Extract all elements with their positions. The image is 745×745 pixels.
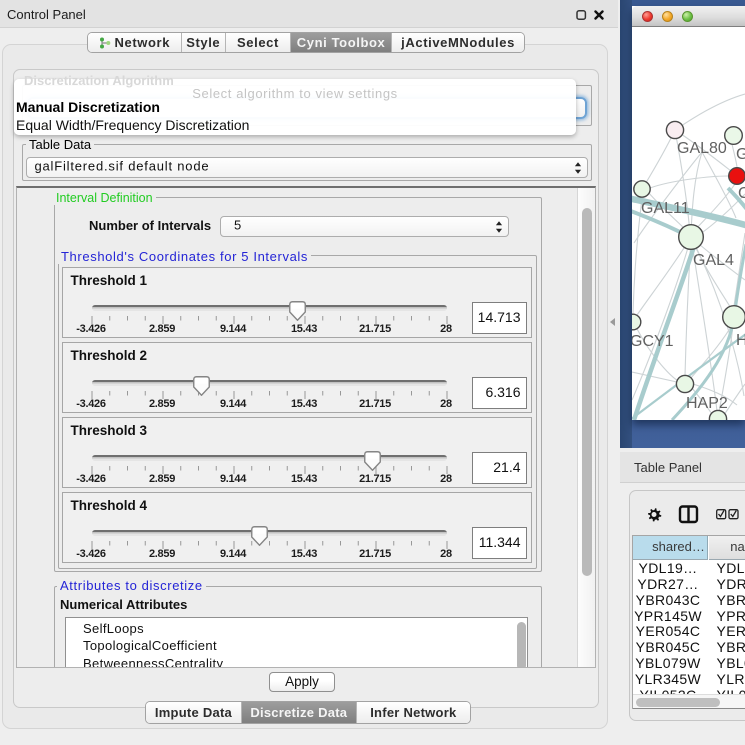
svg-text:CYC: CYC <box>738 185 745 202</box>
svg-text:GAL11: GAL11 <box>641 200 690 217</box>
svg-text:GAL4: GAL4 <box>693 252 734 269</box>
svg-text:GCY1: GCY1 <box>632 333 674 350</box>
svg-text:GAL80: GAL80 <box>677 140 727 157</box>
svg-text:GAL4: GAL4 <box>736 146 745 163</box>
svg-text:HAP2: HAP2 <box>686 395 728 412</box>
svg-text:HIS: HIS <box>736 332 745 349</box>
